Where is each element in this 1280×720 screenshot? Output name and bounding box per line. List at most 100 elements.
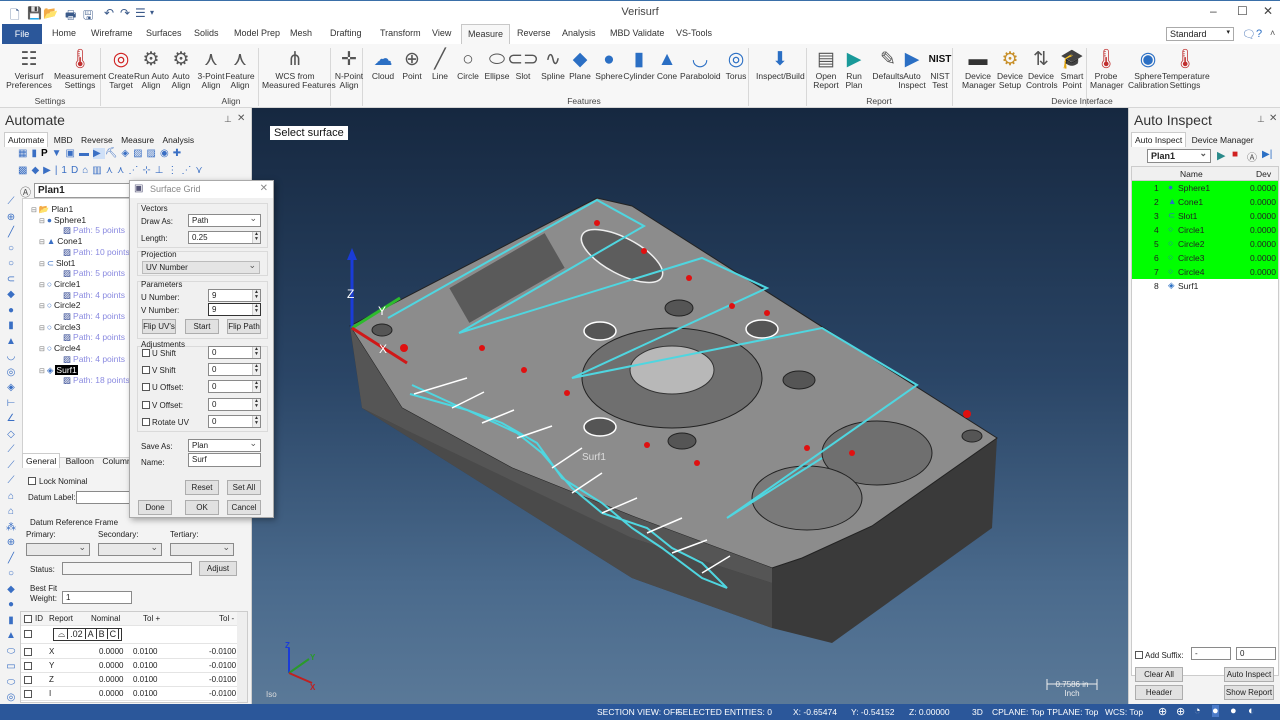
set-all-button[interactable]: Set All bbox=[227, 480, 261, 495]
section-view-status[interactable]: SECTION VIEW: OFF bbox=[597, 707, 680, 717]
expand-icon[interactable]: ⊟ bbox=[39, 325, 45, 332]
tree-node[interactable]: ⊟ ⊂ Slot1 bbox=[39, 258, 75, 269]
table-row[interactable]: I 0.0000 0.0100 -0.0100 bbox=[21, 687, 237, 701]
tab-automate[interactable]: Automate bbox=[4, 132, 49, 147]
clear-all-button[interactable]: Clear All bbox=[1135, 667, 1183, 682]
adjust-input[interactable]: 0 ▲ ▼ bbox=[208, 363, 261, 377]
table-scrollbar[interactable] bbox=[237, 612, 247, 702]
adjust-spinner[interactable]: ▲ ▼ bbox=[252, 415, 260, 427]
start-button[interactable]: Start bbox=[185, 319, 219, 334]
ribbon-button-run-auto-align[interactable]: ⚙ Run Auto Align bbox=[134, 46, 169, 90]
ribbon-button-device-controls[interactable]: ⇅ Device Controls bbox=[1026, 46, 1058, 90]
ribbon-button-wcs-from-measured-features[interactable]: ⋔ WCS from Measured Features bbox=[262, 46, 336, 90]
tree-node[interactable]: ⊟ ▲ Cone1 bbox=[39, 236, 82, 246]
table-row[interactable]: X 0.0000 0.0100 -0.0100 bbox=[21, 645, 237, 659]
toolbar-tool-icon[interactable]: ⟋ bbox=[2, 196, 20, 212]
toolbar-tool-icon[interactable]: ⊕ bbox=[2, 537, 20, 553]
row-checkbox[interactable] bbox=[24, 648, 32, 656]
toolbar-tool-icon[interactable]: ⊕ bbox=[2, 212, 20, 228]
table-row[interactable]: Y 0.0000 0.0100 -0.0100 bbox=[21, 659, 237, 673]
toolbar-tool-icon[interactable]: ▮ bbox=[2, 320, 20, 336]
plan-name-input[interactable]: Plan1 bbox=[34, 183, 132, 198]
done-button[interactable]: Done bbox=[138, 500, 172, 515]
suffix-number-input[interactable]: 0 bbox=[1236, 647, 1276, 660]
close-panel-icon[interactable]: ✕ bbox=[1269, 113, 1277, 124]
plan-select[interactable]: Plan1 bbox=[1147, 148, 1211, 163]
tab-reverse[interactable]: Reverse bbox=[78, 133, 116, 147]
ribbon-button-inspect-build[interactable]: ⬇ Inspect/Build bbox=[756, 46, 805, 81]
tab-model-prep[interactable]: Model Prep bbox=[234, 28, 280, 38]
adjust-input[interactable]: 0 ▲ ▼ bbox=[208, 414, 261, 428]
column-header[interactable]: Tol - bbox=[219, 614, 234, 623]
translucent-view-icon[interactable]: ◐ bbox=[1248, 705, 1255, 717]
row-checkbox[interactable] bbox=[24, 676, 32, 684]
wireframe-view-icon[interactable]: ⊕ bbox=[1158, 705, 1167, 718]
tab-view[interactable]: View bbox=[432, 28, 451, 38]
ribbon-button-smart-point[interactable]: 🎓 Smart Point bbox=[1058, 46, 1086, 90]
tree-node[interactable]: ▨ Path: 5 points bbox=[63, 225, 125, 236]
adjust-button[interactable]: Adjust bbox=[199, 561, 237, 576]
adjust-spinner[interactable]: ▲ ▼ bbox=[252, 381, 260, 393]
hidden-line-view-icon[interactable]: ⊕ bbox=[1176, 705, 1185, 718]
close-panel-icon[interactable]: ✕ bbox=[237, 113, 245, 124]
show-report-button[interactable]: Show Report bbox=[1224, 685, 1274, 700]
ribbon-button-point[interactable]: ⊕ Point bbox=[398, 46, 426, 81]
ribbon-button-torus[interactable]: ◎ Torus bbox=[720, 46, 752, 81]
flip-path-button[interactable]: Flip Path bbox=[227, 319, 261, 334]
ribbon-button-device-manager[interactable]: ▬ Device Manager bbox=[962, 46, 996, 90]
expand-icon[interactable]: ⊟ bbox=[39, 218, 45, 225]
toolbar-tool-icon[interactable]: ∠ bbox=[2, 413, 20, 429]
cancel-button[interactable]: Cancel bbox=[227, 500, 261, 515]
expand-icon[interactable]: ⊟ bbox=[39, 346, 45, 353]
ribbon-button-auto-align[interactable]: ⚙ Auto Align bbox=[167, 46, 195, 90]
tab-balloon[interactable]: Balloon bbox=[63, 454, 97, 468]
ribbon-button-auto-inspect[interactable]: ▶ Auto Inspect bbox=[898, 46, 926, 90]
inspect-row[interactable]: 5 ○ Circle2 0.0000 bbox=[1132, 237, 1278, 251]
toolbar-tool-icon[interactable]: ◈ bbox=[2, 382, 20, 398]
tree-node[interactable]: ⊟ ○ Circle3 bbox=[39, 322, 80, 332]
weight-input[interactable]: 1 bbox=[62, 591, 132, 604]
ribbon-button-spline[interactable]: ∿ Spline bbox=[538, 46, 568, 81]
tree-node[interactable]: ⊟ ● Sphere1 bbox=[39, 215, 86, 225]
row-checkbox[interactable] bbox=[24, 630, 32, 638]
primary-select[interactable] bbox=[26, 542, 90, 556]
ribbon-button-feature-align[interactable]: ⋏ Feature Align bbox=[224, 46, 256, 90]
row-checkbox[interactable] bbox=[24, 662, 32, 670]
ribbon-button-cylinder[interactable]: ▮ Cylinder bbox=[622, 46, 656, 81]
adjust-input[interactable]: 0 ▲ ▼ bbox=[208, 397, 261, 411]
add-suffix-checkbox[interactable] bbox=[1135, 651, 1143, 659]
table-row[interactable]: Z 0.0000 0.0100 -0.0100 bbox=[21, 673, 237, 687]
tree-node[interactable]: ▨ Path: 4 points bbox=[63, 311, 125, 322]
adjust-input[interactable]: 0 ▲ ▼ bbox=[208, 380, 261, 394]
ribbon-button-run-plan[interactable]: ▶ Run Plan bbox=[840, 46, 868, 90]
ribbon-button-open-report[interactable]: ▤ Open Report bbox=[812, 46, 840, 90]
ribbon-button-verisurf-preferences[interactable]: ☷ Verisurf Preferences bbox=[6, 46, 52, 90]
projection-select[interactable]: UV Number bbox=[142, 260, 260, 274]
rename-icon[interactable]: Ⓐ bbox=[1247, 149, 1257, 164]
draw-as-select[interactable]: Path bbox=[188, 213, 261, 227]
toolbar-tool-icon[interactable]: ╱ bbox=[2, 227, 20, 243]
pin-icon[interactable]: ⊥ bbox=[1257, 114, 1265, 125]
ribbon-button-create-target[interactable]: ◎ Create Target bbox=[108, 46, 134, 90]
toolbar-tool-icon[interactable]: ▮ bbox=[2, 615, 20, 631]
toolbar-tool-icon[interactable]: ╱ bbox=[2, 553, 20, 569]
expand-icon[interactable]: ⊟ bbox=[39, 282, 45, 289]
select-all-checkbox[interactable] bbox=[24, 615, 32, 623]
column-header[interactable]: Report bbox=[49, 614, 73, 623]
close-button[interactable]: ✕ bbox=[1263, 4, 1273, 18]
ribbon-button-sphere[interactable]: ● Sphere bbox=[594, 46, 624, 81]
expand-icon[interactable]: ⊟ bbox=[39, 261, 45, 268]
adjust-checkbox[interactable] bbox=[142, 349, 150, 357]
cplane-status[interactable]: CPLANE: Top bbox=[992, 707, 1044, 717]
toolbar-tool-icon[interactable]: ⌂ bbox=[2, 506, 20, 522]
wcs-status[interactable]: WCS: Top bbox=[1105, 707, 1143, 717]
inspect-row[interactable]: 6 ○ Circle3 0.0000 bbox=[1132, 251, 1278, 265]
tree-node[interactable]: ⊟ ○ Circle4 bbox=[39, 343, 80, 353]
help-icon[interactable]: ? bbox=[1256, 28, 1262, 40]
adjust-spinner[interactable]: ▲ ▼ bbox=[252, 347, 260, 358]
tab-analysis[interactable]: Analysis bbox=[160, 133, 198, 147]
pin-icon[interactable]: ⊥ bbox=[224, 114, 232, 125]
tab-mbd-validate[interactable]: MBD Validate bbox=[610, 28, 664, 38]
expand-icon[interactable]: ⊟ bbox=[31, 207, 37, 214]
tab-solids[interactable]: Solids bbox=[194, 28, 219, 38]
